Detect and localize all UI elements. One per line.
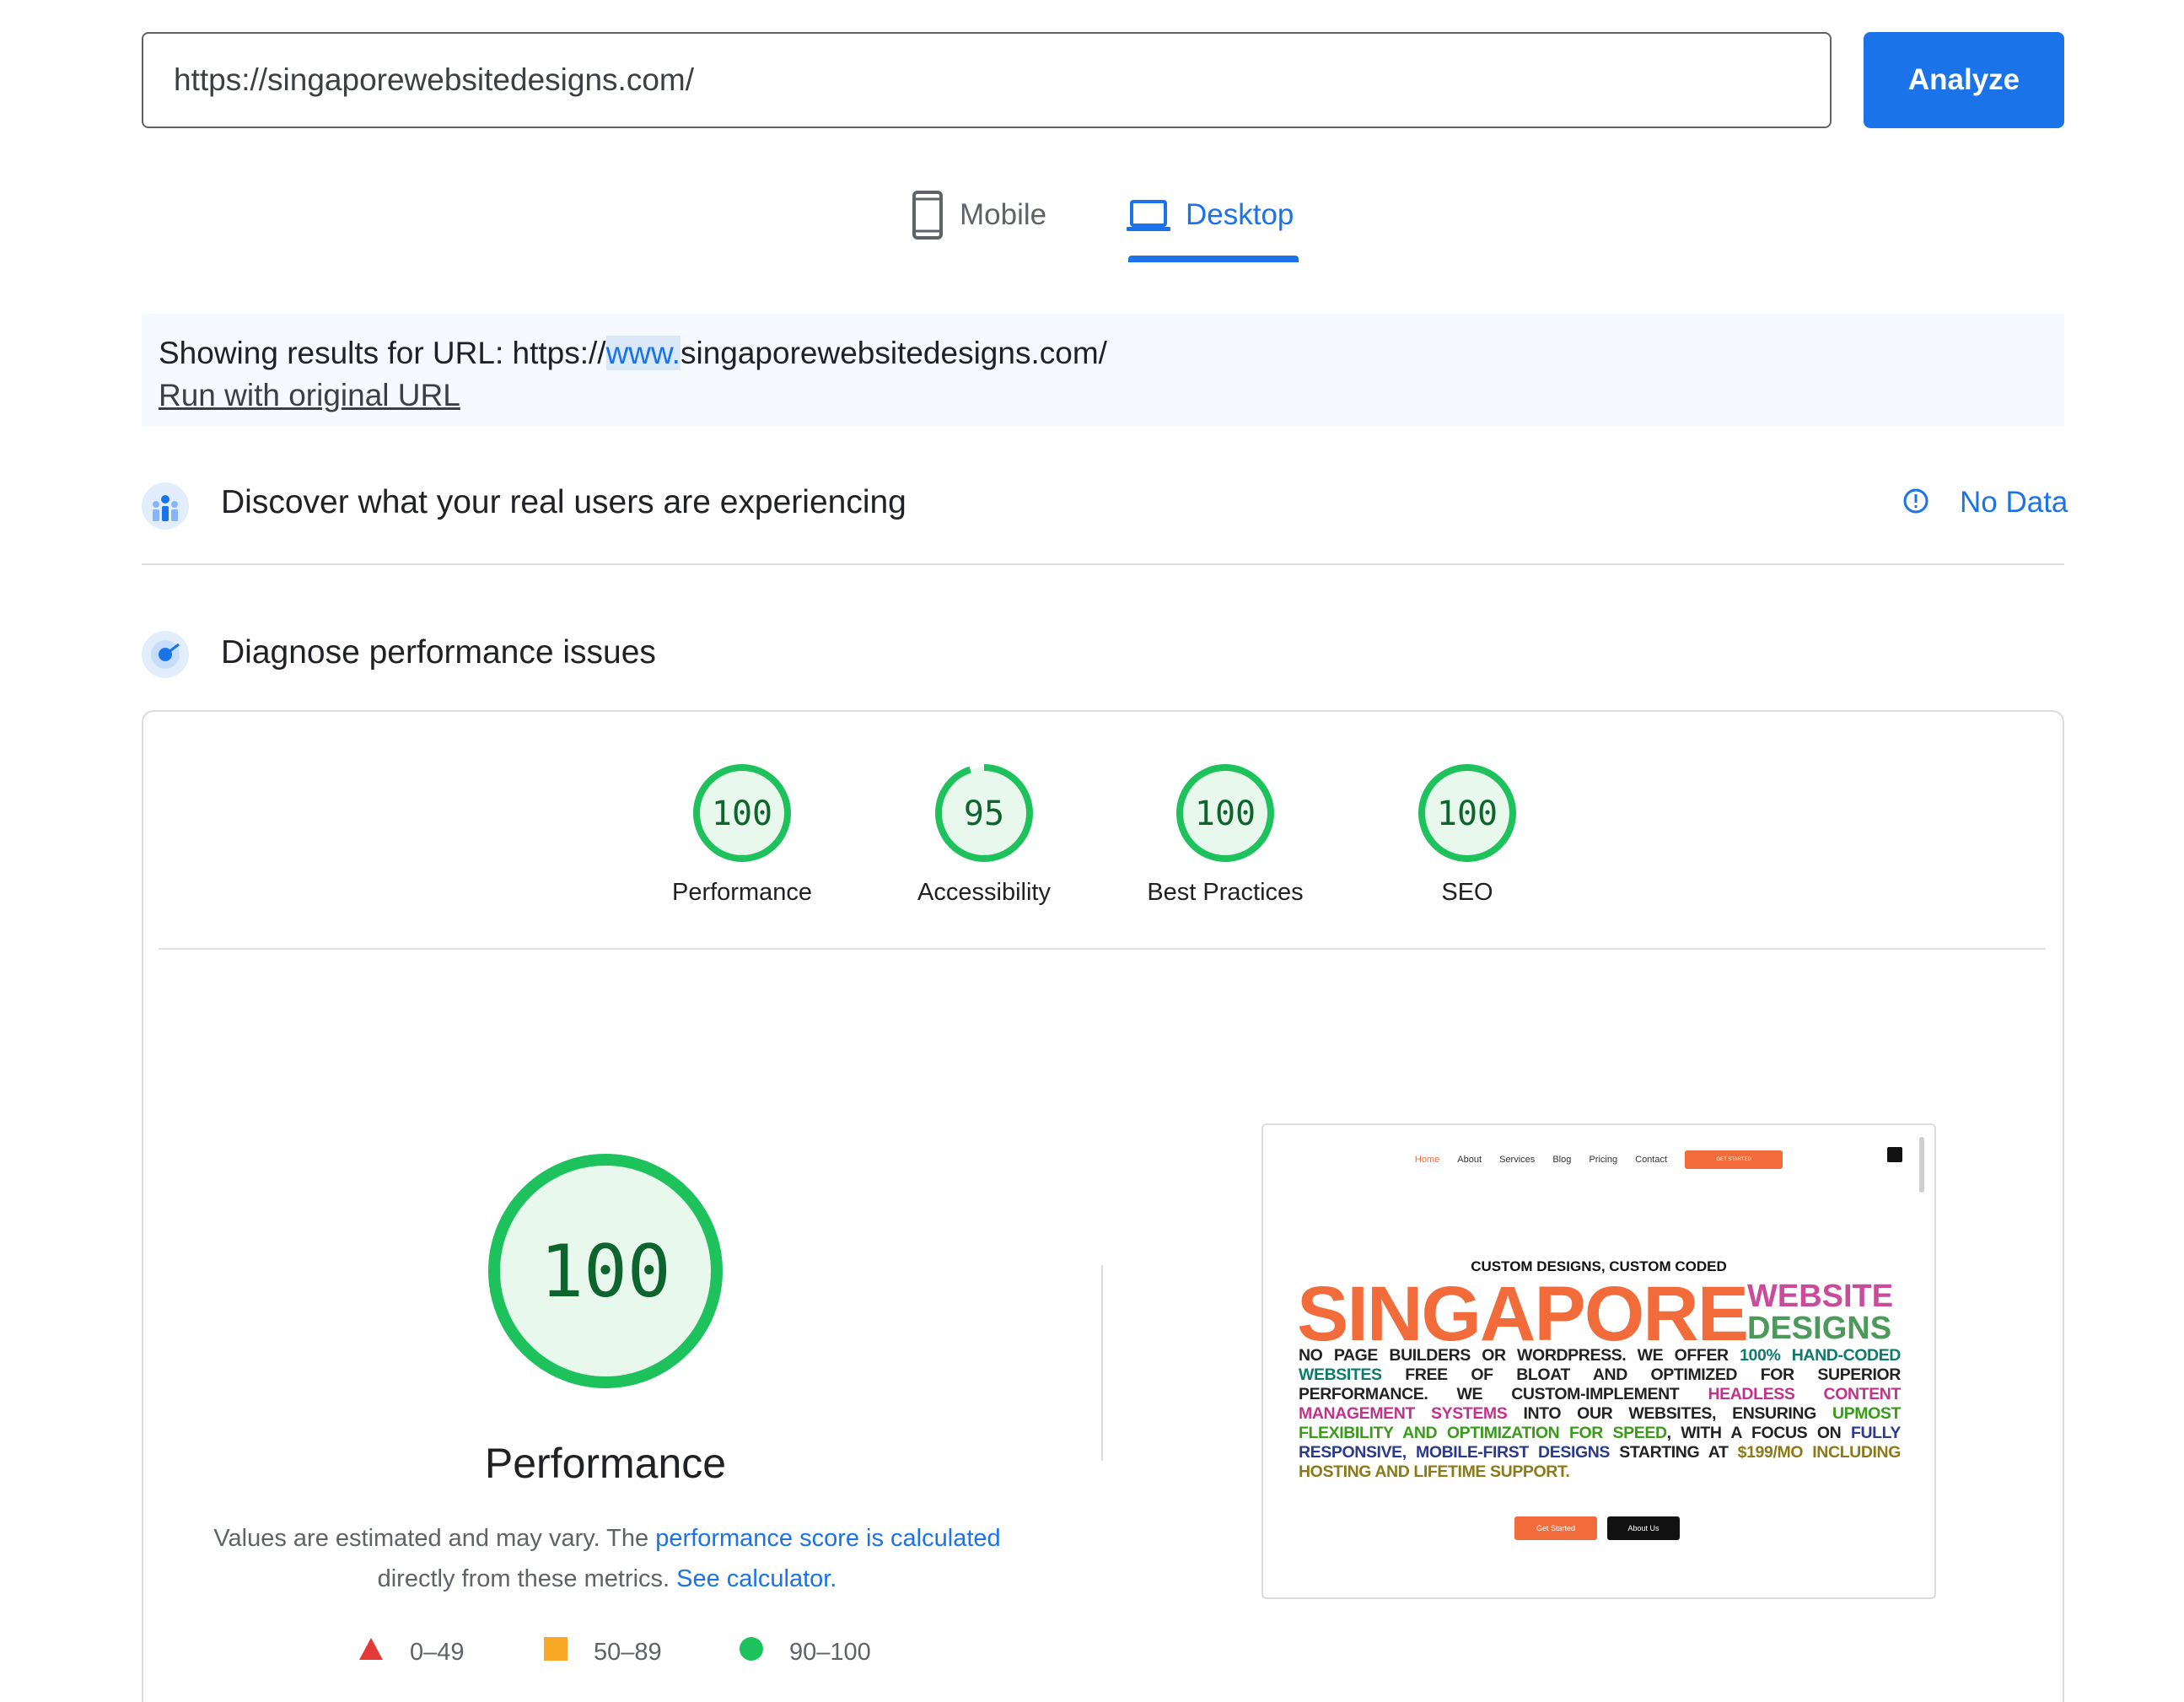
score-gauge-accessibility[interactable]: 95 Accessibility	[883, 762, 1085, 907]
url-redirect-notice: Showing results for URL: https://www.sin…	[142, 314, 2064, 427]
tab-mobile-label: Mobile	[960, 198, 1047, 231]
no-data-label: No Data	[1960, 486, 2068, 519]
tab-mobile[interactable]: Mobile	[911, 189, 1046, 263]
legend-average-label: 50–89	[594, 1638, 662, 1666]
thumb-nav-services: Services	[1499, 1154, 1536, 1165]
desc-text-2: directly from these metrics.	[377, 1565, 677, 1592]
gauge-score-accessibility: 95	[964, 794, 1004, 833]
legend-fail-label: 0–49	[410, 1638, 465, 1666]
thumb-body-p1: NO PAGE BUILDERS OR WORDPRESS. WE OFFER	[1299, 1346, 1740, 1365]
showing-results-text: Showing results for URL: https://www.sin…	[159, 332, 2047, 374]
lighthouse-radar-icon	[142, 631, 189, 678]
laptop-icon	[1127, 199, 1170, 237]
thumb-menu-icon	[1887, 1147, 1902, 1162]
run-original-url-link[interactable]: Run with original URL	[159, 374, 460, 417]
thumb-nav: Home About Services Blog Pricing Contact…	[1263, 1150, 1934, 1169]
circle-icon	[739, 1636, 764, 1668]
no-data-status[interactable]: No Data	[1902, 486, 2068, 520]
gauge-label-seo: SEO	[1441, 879, 1493, 906]
info-icon	[1902, 487, 1929, 519]
scores-divider	[159, 948, 2046, 950]
gauge-ring-accessibility: 95	[935, 764, 1033, 862]
legend-pass-label: 90–100	[789, 1638, 871, 1666]
thumb-nav-about: About	[1457, 1154, 1482, 1165]
gauge-ring-seo: 100	[1418, 764, 1516, 862]
analyze-button[interactable]: Analyze	[1864, 32, 2064, 128]
active-tab-indicator	[1128, 256, 1299, 262]
thumb-nav-cta: GET STARTED	[1685, 1150, 1783, 1169]
section-divider	[142, 563, 2064, 565]
tab-desktop[interactable]: Desktop	[1127, 189, 1294, 263]
smartphone-icon	[911, 189, 944, 245]
gauge-label-accessibility: Accessibility	[917, 879, 1051, 906]
gauge-ring-performance: 100	[693, 764, 791, 862]
diagnose-title: Diagnose performance issues	[221, 634, 656, 671]
field-data-title: Discover what your real users are experi…	[221, 484, 906, 520]
gauge-label-best-practices: Best Practices	[1147, 879, 1304, 906]
thumb-nav-pricing: Pricing	[1589, 1154, 1618, 1165]
desc-text-1: Values are estimated and may vary. The	[213, 1525, 656, 1552]
thumb-nav-home: Home	[1414, 1154, 1440, 1165]
thumb-nav-contact: Contact	[1635, 1154, 1668, 1165]
thumb-body-p4: , WITH A FOCUS ON	[1666, 1424, 1851, 1442]
thumb-nav-blog: Blog	[1552, 1154, 1572, 1165]
thumb-body-p3: INTO OUR WEBSITES, ENSURING	[1507, 1404, 1832, 1423]
thumb-body-p5: STARTING AT	[1610, 1443, 1738, 1462]
thumb-headline: SINGAPORE	[1297, 1271, 1749, 1357]
performance-title: Performance	[484, 1440, 727, 1487]
thumb-about-us-button: About Us	[1607, 1516, 1680, 1540]
legend-pass: 90–100	[739, 1636, 871, 1668]
gauge-score-best-practices: 100	[1195, 794, 1256, 833]
thumb-headline-website: WEBSITE	[1747, 1279, 1894, 1314]
thumb-body-text: NO PAGE BUILDERS OR WORDPRESS. WE OFFER …	[1299, 1346, 1901, 1482]
score-calculated-link[interactable]: performance score is calculated	[655, 1525, 1000, 1552]
thumb-scrollbar	[1919, 1137, 1924, 1193]
legend-fail: 0–49	[358, 1636, 465, 1668]
score-gauge-performance[interactable]: 100 Performance	[641, 762, 843, 907]
square-icon	[543, 1636, 568, 1668]
tab-desktop-label: Desktop	[1186, 198, 1294, 231]
notice-suffix: singaporewebsitedesigns.com/	[680, 336, 1107, 370]
thumb-headline-designs: DESIGNS	[1747, 1311, 1892, 1346]
score-gauge-seo[interactable]: 100 SEO	[1366, 762, 1568, 907]
notice-url-highlight: www.	[605, 336, 680, 370]
thumb-get-started-button: Get Started	[1514, 1516, 1597, 1540]
notice-prefix: Showing results for URL: https://	[159, 336, 606, 370]
page-screenshot-thumbnail[interactable]: Home About Services Blog Pricing Contact…	[1261, 1123, 1936, 1599]
performance-description: Values are estimated and may vary. The p…	[186, 1518, 1029, 1599]
gauge-score-performance: 100	[712, 794, 772, 833]
see-calculator-link[interactable]: See calculator.	[676, 1565, 836, 1592]
score-gauge-best-practices[interactable]: 100 Best Practices	[1124, 762, 1326, 907]
url-input[interactable]	[142, 32, 1832, 128]
gauge-ring-best-practices: 100	[1176, 764, 1274, 862]
crux-users-icon	[142, 482, 189, 530]
vertical-separator	[1101, 1265, 1103, 1461]
big-gauge-score: 100	[540, 1230, 670, 1314]
gauge-label-performance: Performance	[671, 879, 812, 906]
performance-big-gauge: 100	[488, 1154, 723, 1388]
gauge-score-seo: 100	[1437, 794, 1498, 833]
triangle-icon	[358, 1636, 385, 1668]
legend-average: 50–89	[543, 1636, 662, 1668]
